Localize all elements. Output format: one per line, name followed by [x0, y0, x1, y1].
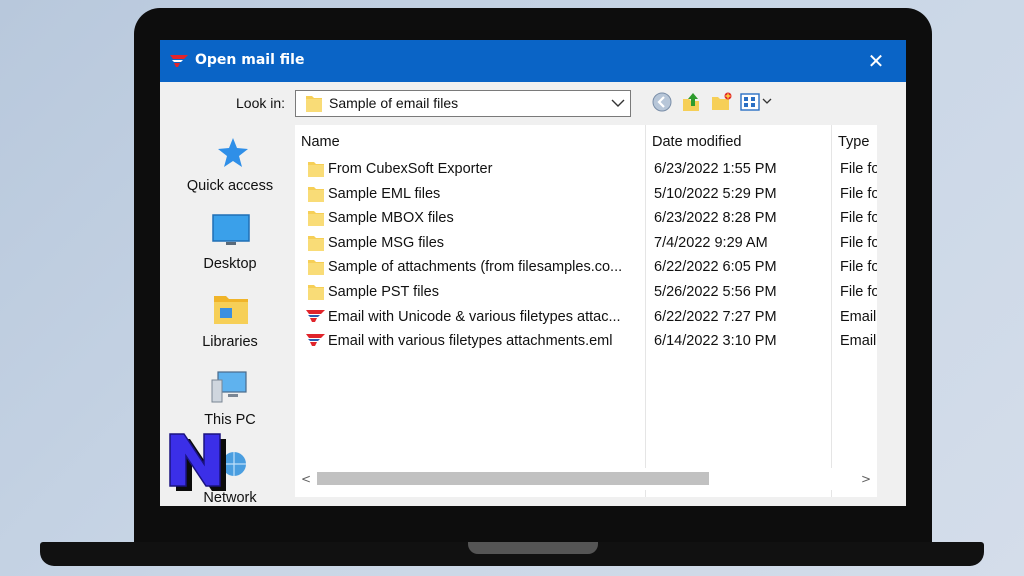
chevron-down-icon[interactable]	[610, 95, 626, 115]
computer-icon	[210, 370, 250, 408]
file-type: File fo	[840, 234, 877, 251]
file-type: File fo	[840, 210, 877, 227]
look-in-dropdown[interactable]: Sample of email files	[295, 90, 631, 117]
scroll-thumb[interactable]	[317, 472, 709, 485]
file-type: Email	[840, 308, 877, 325]
file-type: File fo	[840, 161, 877, 177]
table-row[interactable]: Email with various filetypes attachments…	[295, 329, 877, 353]
window-title: Open mail file	[195, 52, 305, 68]
file-name: Email with various filetypes attachments…	[328, 333, 613, 350]
folder-icon	[307, 258, 325, 280]
channel-logo-icon	[166, 430, 228, 496]
file-name: Sample MSG files	[328, 234, 445, 251]
column-header-date[interactable]: Date modified	[652, 125, 741, 157]
table-row[interactable]: Email with Unicode & various filetypes a…	[295, 305, 877, 329]
table-row[interactable]: Sample MBOX files 6/23/2022 8:28 PM File…	[295, 206, 877, 230]
title-bar: Open mail file ✕	[160, 40, 906, 82]
laptop-notch	[468, 542, 598, 554]
star-icon	[216, 136, 250, 174]
look-in-value: Sample of email files	[329, 95, 459, 111]
app-logo-icon	[168, 53, 190, 72]
file-name: Sample MBOX files	[328, 210, 454, 227]
column-header-name[interactable]: Name	[301, 125, 340, 157]
close-button[interactable]: ✕	[846, 40, 906, 82]
email-file-icon	[305, 332, 327, 352]
file-type: File fo	[840, 284, 877, 300]
file-date: 6/14/2022 3:10 PM	[654, 333, 777, 350]
table-row[interactable]: Sample EML files 5/10/2022 5:29 PM File …	[295, 182, 877, 206]
file-name: From CubexSoft Exporter	[328, 161, 493, 177]
folder-icon	[307, 185, 325, 207]
look-in-label: Look in:	[236, 95, 286, 111]
scroll-right-icon[interactable]: >	[857, 469, 875, 489]
table-row[interactable]: Sample PST files 5/26/2022 5:56 PM File …	[295, 280, 877, 304]
new-folder-icon[interactable]	[711, 91, 733, 117]
horizontal-scrollbar[interactable]: < >	[295, 468, 877, 490]
back-icon[interactable]	[651, 91, 673, 117]
open-mail-dialog: Open mail file ✕ Look in: Sample of emai…	[160, 40, 906, 506]
close-icon: ✕	[867, 49, 885, 73]
email-file-icon	[305, 308, 327, 328]
file-name: Sample of attachments (from filesamples.…	[328, 259, 623, 276]
folder-icon	[307, 283, 325, 305]
file-date: 7/4/2022 9:29 AM	[654, 234, 768, 251]
file-date: 6/23/2022 8:28 PM	[654, 210, 777, 227]
table-row[interactable]: Sample of attachments (from filesamples.…	[295, 255, 877, 279]
place-label: Libraries	[202, 334, 258, 350]
place-label: Quick access	[186, 178, 274, 194]
folder-icon	[307, 234, 325, 256]
libraries-icon	[212, 292, 250, 330]
column-header-type[interactable]: Type	[838, 125, 869, 157]
up-folder-icon[interactable]	[681, 91, 703, 117]
folder-icon	[307, 209, 325, 231]
file-date: 5/10/2022 5:29 PM	[654, 185, 777, 202]
desktop-icon	[212, 214, 250, 252]
folder-icon	[305, 94, 323, 117]
scroll-left-icon[interactable]: <	[297, 469, 315, 489]
place-label: This PC	[204, 412, 256, 428]
view-menu-icon[interactable]	[740, 91, 776, 117]
file-list[interactable]: Name Date modified Type From CubexSoft E…	[295, 125, 877, 497]
folder-icon	[307, 160, 325, 182]
file-date: 6/22/2022 7:27 PM	[654, 308, 777, 325]
file-date: 6/22/2022 6:05 PM	[654, 259, 777, 276]
file-date: 6/23/2022 1:55 PM	[654, 161, 777, 177]
file-type: File fo	[840, 185, 877, 202]
file-type: File fo	[840, 259, 877, 276]
file-type: Email	[840, 333, 877, 350]
file-name: Sample EML files	[328, 185, 441, 202]
table-row[interactable]: Sample MSG files 7/4/2022 9:29 AM File f…	[295, 231, 877, 255]
file-name: Email with Unicode & various filetypes a…	[328, 308, 621, 325]
file-date: 5/26/2022 5:56 PM	[654, 284, 777, 300]
place-label: Desktop	[203, 256, 257, 272]
dialog-body: Look in: Sample of email files Quick acc…	[160, 82, 906, 506]
table-row[interactable]: From CubexSoft Exporter 6/23/2022 1:55 P…	[295, 157, 877, 181]
file-name: Sample PST files	[328, 284, 439, 300]
